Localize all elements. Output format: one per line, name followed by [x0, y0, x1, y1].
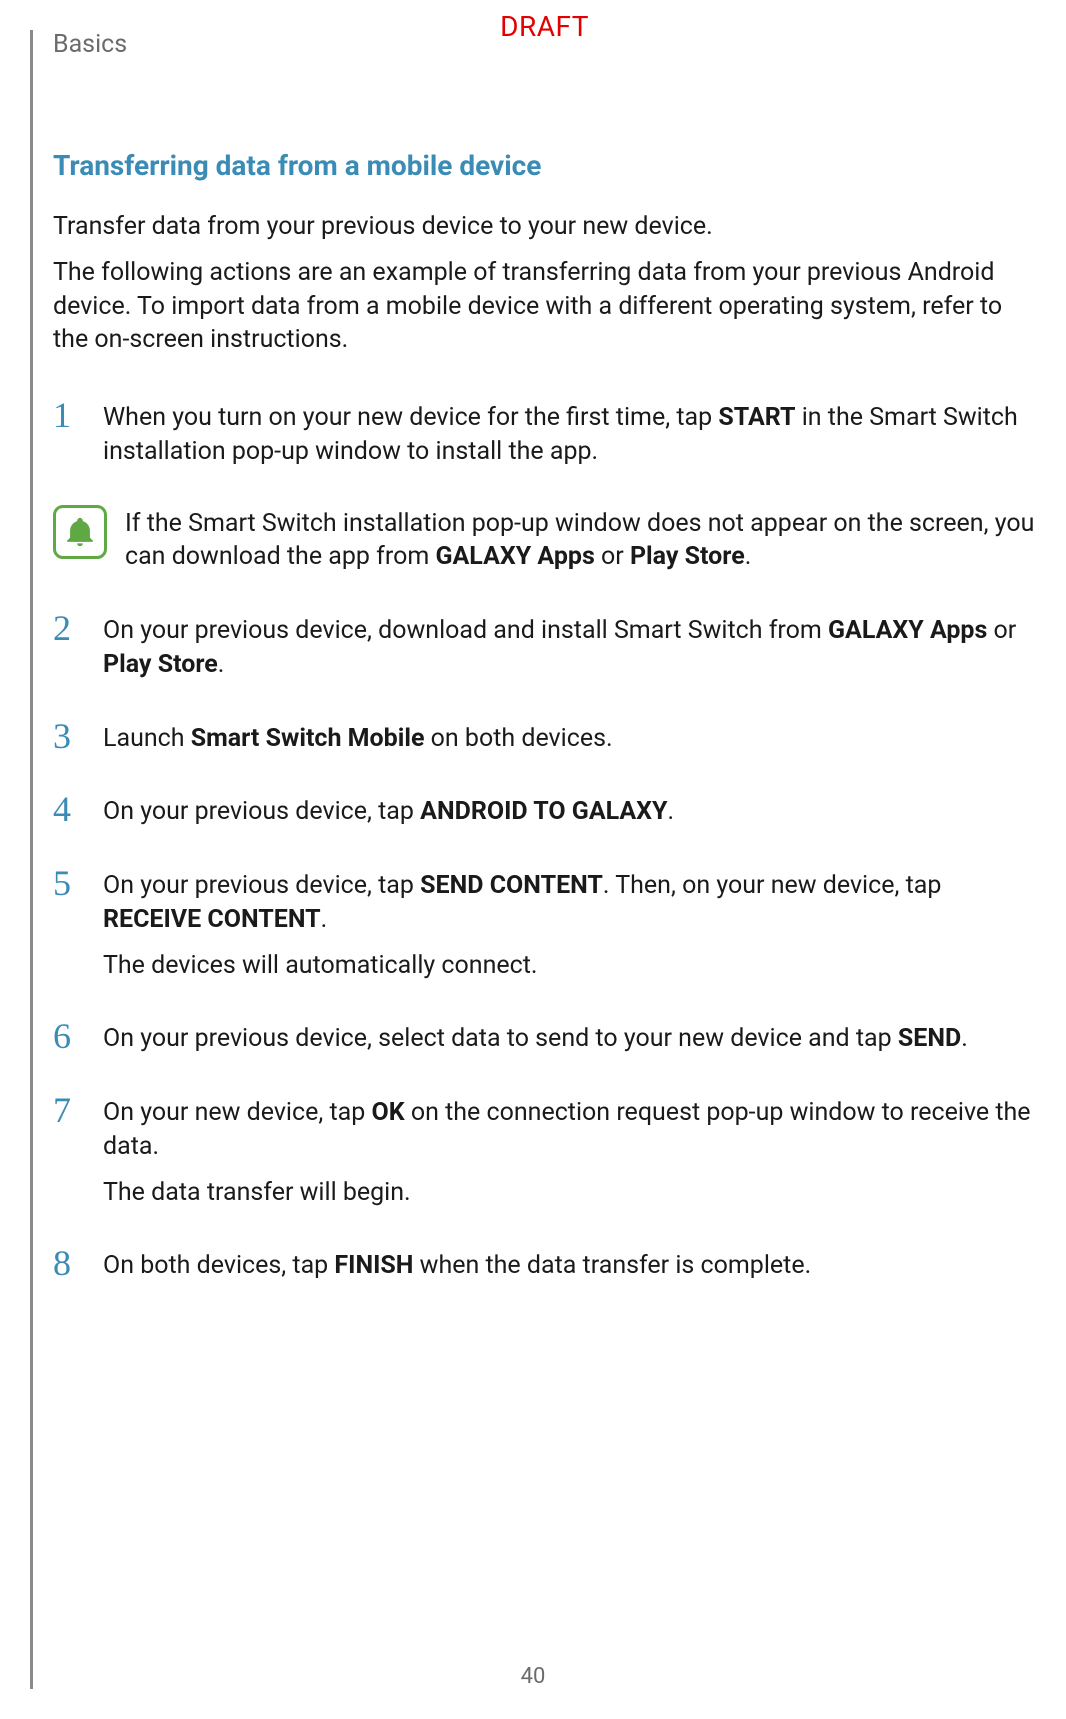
- step-number: 1: [53, 397, 103, 433]
- step-number: 6: [53, 1018, 103, 1054]
- step-1: 1 When you turn on your new device for t…: [53, 397, 1036, 469]
- step-text: On your previous device, tap ANDROID TO …: [103, 791, 1036, 829]
- step-number: 8: [53, 1245, 103, 1281]
- step-text: On your previous device, select data to …: [103, 1018, 1036, 1056]
- steps-list: 1 When you turn on your new device for t…: [53, 397, 1036, 1283]
- step-number: 3: [53, 718, 103, 754]
- step-text: When you turn on your new device for the…: [103, 397, 1036, 469]
- note-text: If the Smart Switch installation pop-up …: [125, 505, 1036, 575]
- step-text: On both devices, tap FINISH when the dat…: [103, 1245, 1036, 1283]
- step-number: 4: [53, 791, 103, 827]
- step-text: Launch Smart Switch Mobile on both devic…: [103, 718, 1036, 756]
- step-4: 4 On your previous device, tap ANDROID T…: [53, 791, 1036, 829]
- step-5: 5 On your previous device, tap SEND CONT…: [53, 865, 1036, 982]
- step-3: 3 Launch Smart Switch Mobile on both dev…: [53, 718, 1036, 756]
- intro-paragraph-2: The following actions are an example of …: [53, 256, 1036, 357]
- draft-watermark: DRAFT: [500, 10, 589, 43]
- page-number: 40: [521, 1664, 546, 1689]
- step-8: 8 On both devices, tap FINISH when the d…: [53, 1245, 1036, 1283]
- step-text: On your previous device, download and in…: [103, 610, 1036, 682]
- step-7: 7 On your new device, tap OK on the conn…: [53, 1092, 1036, 1209]
- step-2: 2 On your previous device, download and …: [53, 610, 1036, 682]
- page-header: Basics DRAFT: [53, 30, 1036, 59]
- note-block: If the Smart Switch installation pop-up …: [53, 505, 1036, 575]
- step-6: 6 On your previous device, select data t…: [53, 1018, 1036, 1056]
- step-text: On your previous device, tap SEND CONTEN…: [103, 865, 1036, 982]
- intro-paragraph-1: Transfer data from your previous device …: [53, 210, 1036, 244]
- section-name: Basics: [53, 30, 127, 59]
- step-text: On your new device, tap OK on the connec…: [103, 1092, 1036, 1209]
- step-number: 7: [53, 1092, 103, 1128]
- step-number: 2: [53, 610, 103, 646]
- bell-icon: [53, 505, 107, 559]
- step-number: 5: [53, 865, 103, 901]
- subheading: Transferring data from a mobile device: [53, 149, 1036, 182]
